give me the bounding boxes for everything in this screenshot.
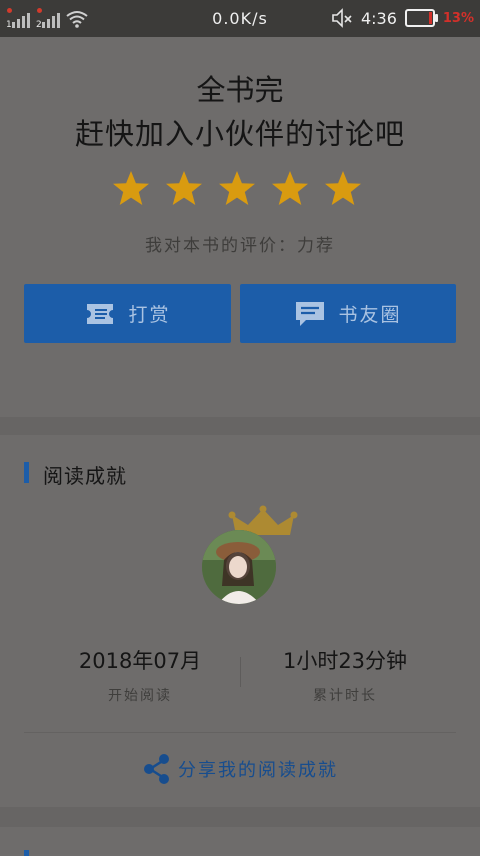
total-duration-stat: 1小时23分钟 累计时长 (245, 645, 445, 705)
duration-value: 1小时23分钟 (282, 649, 408, 673)
book-finished-card: 全书完 赶快加入小伙伴的讨论吧 我对本书的评价：力荐 打赏 书友圈 (0, 37, 480, 417)
start-label: 开始阅读 (108, 688, 172, 704)
achievement-title: 阅读成就 (43, 464, 127, 488)
book-circle-label: 书友圈 (338, 304, 402, 326)
battery-percent: 13% (442, 10, 474, 26)
share-label: 分享我的阅读成就 (178, 760, 338, 781)
book-status: 全书完 (196, 73, 284, 107)
reading-achievement-card: 阅读成就 2018年07月 开始阅读 1小时23分钟 累计时长 分享我的阅读成就 (0, 435, 480, 807)
duration-label: 累计时长 (313, 688, 377, 704)
book-circle-button[interactable]: 书友圈 (240, 284, 456, 343)
start-reading-stat: 2018年07月 开始阅读 (40, 645, 240, 705)
reward-button[interactable]: 打赏 (24, 284, 231, 343)
star-icon[interactable] (324, 170, 362, 208)
discussion-invite: 赶快加入小伙伴的讨论吧 (74, 117, 405, 151)
next-section-card (0, 827, 480, 856)
section-marker (24, 850, 29, 856)
divider-line (24, 732, 456, 733)
chat-icon (296, 301, 325, 326)
rating-text: 我对本书的评价：力荐 (145, 236, 335, 256)
star-icon[interactable] (112, 170, 150, 208)
ticket-icon (87, 303, 114, 324)
star-icon[interactable] (218, 170, 256, 208)
reward-label: 打赏 (128, 304, 171, 326)
avatar[interactable] (202, 530, 276, 604)
share-achievement-button[interactable]: 分享我的阅读成就 (0, 753, 480, 785)
user-avatar-group[interactable] (200, 505, 300, 605)
share-icon (144, 754, 169, 784)
status-bar: 1 2 0.0K/s 4:36 13% (0, 0, 480, 37)
battery-icon (404, 9, 438, 27)
star-icon[interactable] (165, 170, 203, 208)
stat-divider (240, 657, 241, 687)
start-value: 2018年07月 (78, 649, 202, 673)
mute-icon (332, 8, 352, 28)
section-divider (0, 807, 480, 827)
rating-stars[interactable] (112, 170, 362, 208)
section-divider (0, 417, 480, 435)
section-marker (24, 462, 29, 483)
clock: 4:36 (360, 8, 397, 28)
star-icon[interactable] (271, 170, 309, 208)
